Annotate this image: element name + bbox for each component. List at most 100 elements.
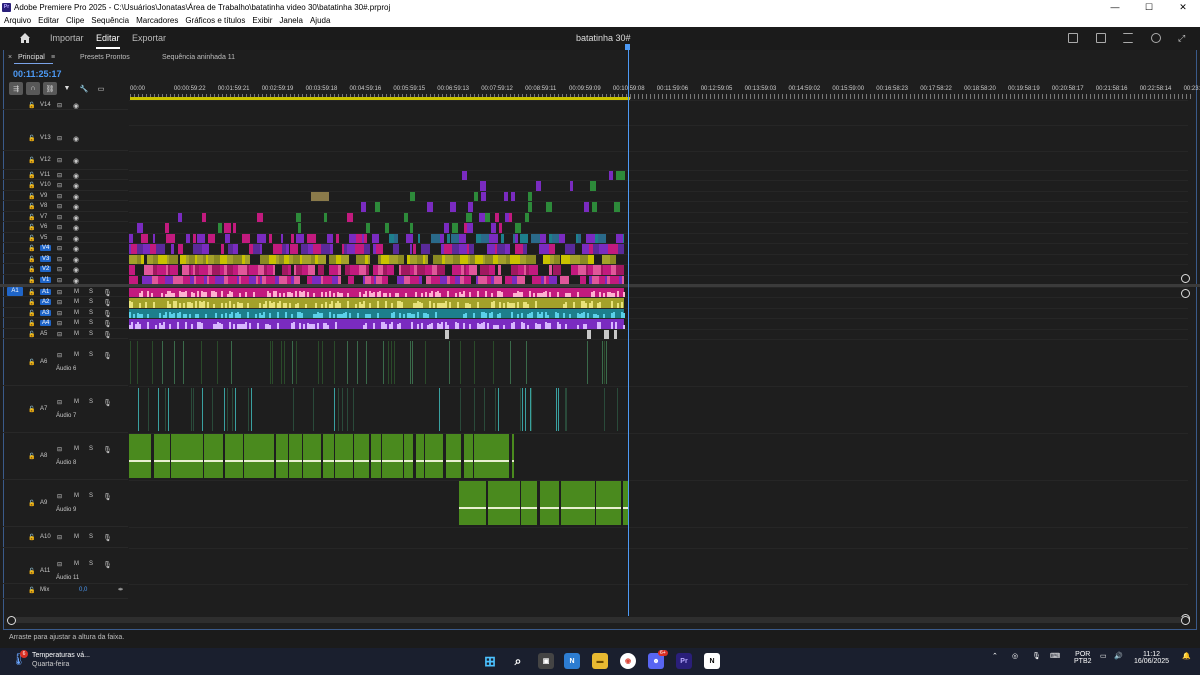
- tab-principal[interactable]: Principal: [14, 54, 53, 64]
- clip[interactable]: [298, 223, 301, 233]
- waveform-bar[interactable]: [545, 291, 547, 297]
- waveform-bar[interactable]: [463, 291, 465, 297]
- clip[interactable]: [398, 255, 404, 264]
- clip[interactable]: [480, 265, 489, 275]
- track-name[interactable]: A10: [40, 534, 51, 540]
- clip[interactable]: [598, 234, 606, 243]
- lock-icon[interactable]: 🔓: [28, 277, 35, 284]
- voiceover-mic-icon[interactable]: 🎙: [103, 561, 112, 569]
- clip[interactable]: [588, 255, 594, 264]
- audio-clip[interactable]: [459, 481, 486, 525]
- solo-button[interactable]: S: [89, 289, 93, 295]
- clip[interactable]: [153, 234, 155, 243]
- sync-lock-icon[interactable]: ⊟: [57, 172, 62, 179]
- waveform-bar[interactable]: [599, 322, 601, 329]
- lock-icon[interactable]: 🔓: [28, 193, 35, 200]
- waveform-bar[interactable]: [151, 293, 153, 297]
- close-button[interactable]: ✕: [1166, 0, 1200, 14]
- waveform-bar[interactable]: [233, 304, 235, 308]
- news-app-icon[interactable]: N: [564, 653, 580, 669]
- audio-scroll-top-knob[interactable]: [1181, 289, 1190, 298]
- waveform-bar[interactable]: [233, 324, 235, 329]
- waveform-bar[interactable]: [435, 312, 437, 318]
- clip[interactable]: [368, 255, 370, 264]
- audio-clip[interactable]: [248, 388, 249, 431]
- waveform-bar[interactable]: [197, 291, 199, 297]
- keyboard-tray-icon[interactable]: ⌨: [1050, 652, 1060, 660]
- clip[interactable]: [364, 234, 367, 243]
- waveform-bar[interactable]: [313, 324, 315, 329]
- audio-clip[interactable]: [474, 388, 475, 431]
- solo-button[interactable]: S: [89, 352, 93, 358]
- clip[interactable]: [590, 181, 596, 191]
- audio-clip[interactable]: [183, 341, 184, 384]
- clip[interactable]: [330, 244, 333, 254]
- clip[interactable]: [489, 234, 498, 243]
- clip[interactable]: [318, 265, 324, 275]
- clip[interactable]: [510, 255, 520, 264]
- sync-lock-icon[interactable]: ⊟: [57, 157, 62, 164]
- clip[interactable]: [308, 265, 315, 275]
- video-audio-divider[interactable]: [0, 284, 1200, 287]
- clip[interactable]: [459, 244, 467, 254]
- waveform-bar[interactable]: [345, 312, 347, 318]
- audio-clip[interactable]: [296, 341, 297, 384]
- hscroll-right-knob[interactable]: [1181, 616, 1190, 625]
- waveform-bar[interactable]: [225, 303, 227, 308]
- clip[interactable]: [301, 244, 308, 254]
- clip[interactable]: [523, 244, 527, 254]
- clip[interactable]: [158, 255, 167, 264]
- lock-icon[interactable]: 🔓: [28, 135, 35, 142]
- clip[interactable]: [452, 244, 459, 254]
- audio-clip[interactable]: [168, 388, 169, 431]
- clip[interactable]: [156, 244, 165, 254]
- lock-icon[interactable]: 🔓: [28, 245, 35, 252]
- audio-clip[interactable]: [474, 341, 475, 384]
- clip[interactable]: [394, 234, 398, 243]
- sync-lock-icon[interactable]: ⊟: [57, 493, 62, 500]
- waveform-bar[interactable]: [527, 325, 529, 329]
- waveform-bar[interactable]: [179, 303, 181, 308]
- audio-clip[interactable]: [604, 341, 605, 384]
- waveform-bar[interactable]: [325, 302, 327, 308]
- clip[interactable]: [144, 265, 153, 275]
- audio-clip[interactable]: [566, 388, 567, 431]
- track-name[interactable]: V13: [40, 135, 51, 141]
- track-name[interactable]: A1: [40, 288, 52, 295]
- audio-clip[interactable]: [425, 434, 443, 478]
- clip[interactable]: [238, 265, 247, 275]
- waveform-bar[interactable]: [229, 322, 231, 329]
- clip[interactable]: [401, 265, 410, 275]
- workspaces-icon[interactable]: [1123, 33, 1133, 43]
- solo-button[interactable]: S: [89, 561, 93, 567]
- clip[interactable]: [474, 192, 478, 201]
- audio-clip[interactable]: [596, 481, 621, 525]
- waveform-bar[interactable]: [445, 301, 447, 308]
- waveform-bar[interactable]: [247, 312, 249, 318]
- clip[interactable]: [608, 244, 618, 254]
- waveform-bar[interactable]: [231, 312, 233, 318]
- audio-clip[interactable]: [474, 434, 509, 478]
- close-tab-icon[interactable]: ×: [8, 54, 12, 61]
- share-icon[interactable]: [1096, 33, 1106, 43]
- clip[interactable]: [193, 244, 202, 254]
- clip[interactable]: [327, 234, 333, 243]
- audio-clip[interactable]: [231, 341, 232, 384]
- waveform-bar[interactable]: [303, 324, 305, 329]
- waveform-bar[interactable]: [277, 312, 279, 318]
- clip[interactable]: [385, 223, 389, 233]
- clip[interactable]: [552, 234, 559, 243]
- waveform-bar[interactable]: [175, 301, 177, 308]
- waveform-bar[interactable]: [521, 313, 523, 318]
- sync-lock-icon[interactable]: ⊟: [57, 399, 62, 406]
- clip[interactable]: [468, 202, 473, 212]
- waveform-bar[interactable]: [593, 291, 595, 297]
- waveform-bar[interactable]: [433, 303, 435, 308]
- waveform-bar[interactable]: [465, 313, 467, 318]
- eye-icon[interactable]: ◉: [73, 172, 79, 180]
- clip[interactable]: [509, 213, 512, 222]
- waveform-bar[interactable]: [329, 291, 331, 297]
- audio-clip[interactable]: [130, 341, 131, 384]
- horizontal-scrollbar[interactable]: [10, 617, 1185, 623]
- clip[interactable]: [361, 202, 366, 212]
